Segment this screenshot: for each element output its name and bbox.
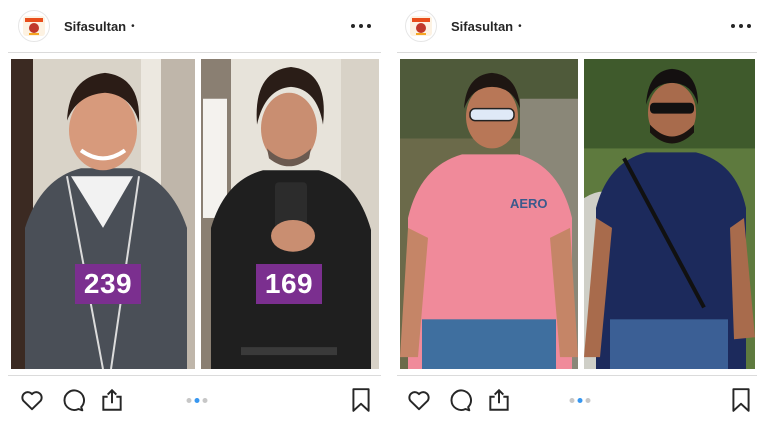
post-media[interactable]: 239 169 <box>8 52 381 376</box>
after-photo: 169 <box>201 59 379 369</box>
share-icon[interactable] <box>485 386 513 414</box>
carousel-indicator <box>569 397 591 403</box>
after-weight-badge: 169 <box>256 264 322 304</box>
more-options-icon[interactable] <box>349 18 373 34</box>
brand-logo-icon <box>23 16 45 36</box>
username[interactable]: Sifasultan <box>451 19 513 34</box>
comment-icon[interactable] <box>445 386 473 414</box>
more-options-icon[interactable] <box>729 18 753 34</box>
before-photo: AERO <box>400 59 578 369</box>
carousel-dot <box>202 397 207 403</box>
username[interactable]: Sifasultan <box>64 19 126 34</box>
header-separator: • <box>131 20 135 32</box>
avatar[interactable] <box>18 10 50 42</box>
carousel-dot <box>569 397 575 403</box>
svg-text:AERO: AERO <box>510 196 548 211</box>
before-photo: 239 <box>11 59 195 369</box>
avatar[interactable] <box>405 10 437 42</box>
post-right: Sifasultan • AERO <box>387 0 767 424</box>
post-header: Sifasultan • <box>405 8 753 44</box>
carousel-dot-active <box>194 397 199 403</box>
header-separator: • <box>518 20 522 32</box>
before-weight-badge: 239 <box>75 264 141 304</box>
bookmark-icon[interactable] <box>347 386 375 414</box>
brand-logo-icon <box>410 16 432 36</box>
carousel-dot <box>585 397 591 403</box>
after-photo <box>584 59 755 369</box>
post-left: Sifasultan • 239 169 <box>0 0 387 424</box>
comment-icon[interactable] <box>58 386 86 414</box>
heart-icon[interactable] <box>18 386 46 414</box>
bookmark-icon[interactable] <box>727 386 755 414</box>
post-header: Sifasultan • <box>18 8 373 44</box>
post-actions <box>405 384 755 416</box>
heart-icon[interactable] <box>405 386 433 414</box>
share-icon[interactable] <box>98 386 126 414</box>
carousel-dot-active <box>577 397 583 403</box>
carousel-indicator <box>186 397 207 403</box>
carousel-dot <box>186 397 191 403</box>
post-media[interactable]: AERO <box>397 52 757 376</box>
post-actions <box>18 384 375 416</box>
